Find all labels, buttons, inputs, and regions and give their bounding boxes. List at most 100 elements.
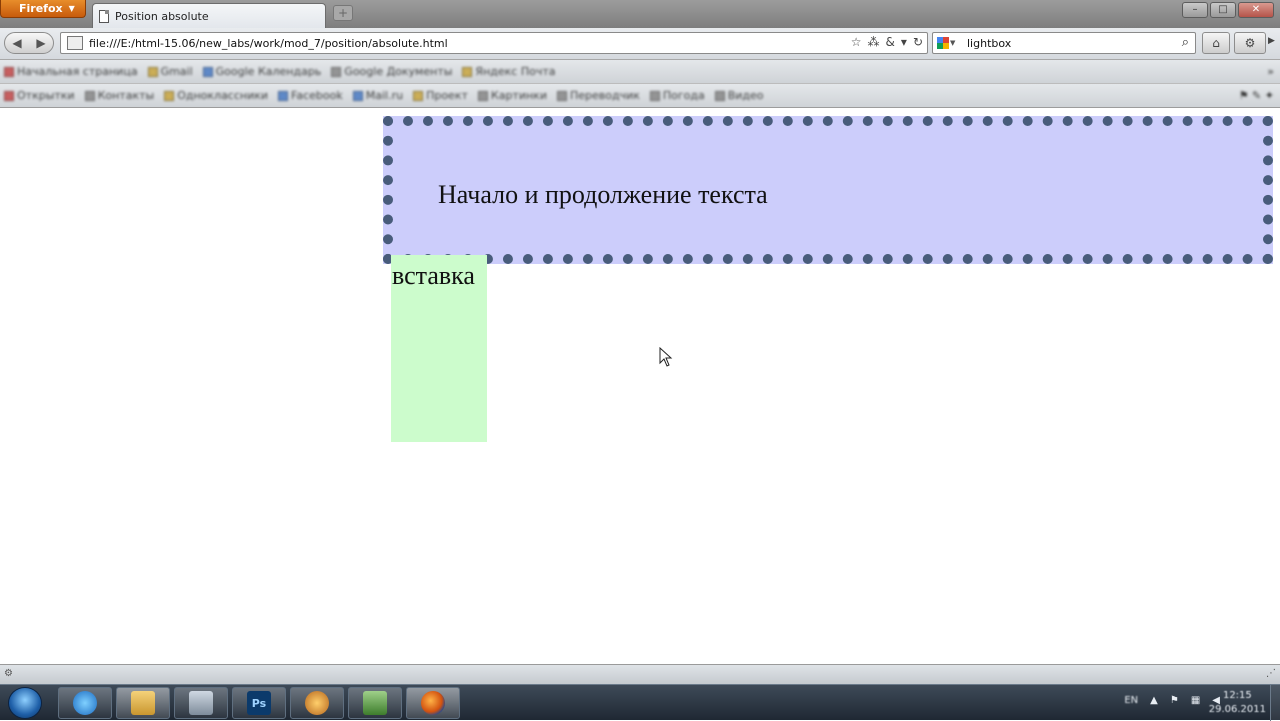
show-desktop-button[interactable]: [1270, 685, 1280, 721]
bookmark-item[interactable]: Погода: [649, 89, 705, 102]
taskbar-computer[interactable]: [174, 687, 228, 719]
taskbar-photoshop[interactable]: Ps: [232, 687, 286, 719]
bookmark-label: Яндекс Почта: [475, 65, 556, 78]
photoshop-icon: Ps: [247, 691, 271, 715]
share-icon[interactable]: &: [886, 35, 895, 49]
search-bar[interactable]: ▼ lightbox ⌕: [932, 32, 1196, 54]
bookmark-favicon-icon: [84, 90, 95, 101]
bookmark-item[interactable]: Facebook: [278, 89, 343, 102]
addon-bar-icon[interactable]: ⚙: [4, 668, 13, 679]
show-hidden-icons-icon[interactable]: ▲: [1150, 695, 1158, 706]
clock-date: 29.06.2011: [1208, 704, 1266, 715]
bookmark-item[interactable]: Начальная страница: [4, 65, 138, 78]
bookmark-favicon-icon: [649, 90, 660, 101]
mouse-pointer-icon: [659, 347, 673, 367]
search-query-text[interactable]: lightbox: [967, 37, 1011, 50]
taskbar-clock[interactable]: 12:15 29.06.2011: [1209, 689, 1266, 717]
close-window-button[interactable]: ✕: [1238, 2, 1274, 18]
search-magnifier-icon[interactable]: ⌕: [1182, 35, 1189, 50]
site-identity-icon[interactable]: [67, 36, 83, 50]
bookmarks-overflow-icon[interactable]: »: [1267, 65, 1274, 78]
action-center-flag-icon[interactable]: ⚑: [1170, 695, 1179, 706]
page-viewport: Начало и продолжение текста вставка: [0, 109, 1280, 664]
computer-icon: [189, 691, 213, 715]
bookmark-favicon-icon: [413, 90, 424, 101]
taskbar-firefox[interactable]: [406, 687, 460, 719]
bookmark-favicon-icon: [147, 66, 158, 77]
bookmark-item[interactable]: Google Документы: [331, 65, 452, 78]
app-icon: [305, 691, 329, 715]
network-icon[interactable]: ▦: [1191, 695, 1200, 706]
back-arrow-icon[interactable]: ◀: [12, 36, 21, 50]
toolbar-extension-icons[interactable]: ⚑ ✎ ✦: [1239, 89, 1274, 102]
forward-arrow-icon[interactable]: ▶: [36, 36, 45, 50]
browser-title-bar: Firefox ▼ Position absolute + – □ ✕: [0, 0, 1280, 28]
windows-taskbar: Ps EN ▲ ⚑ ▦ ◀ 12:15 29.06.2011: [0, 684, 1280, 721]
taskbar-app[interactable]: [290, 687, 344, 719]
google-icon: [937, 37, 949, 49]
chevron-down-icon[interactable]: ▾: [901, 35, 907, 49]
bookmark-favicon-icon: [202, 66, 213, 77]
reload-icon[interactable]: ↻: [913, 35, 923, 49]
bookmark-label: Начальная страница: [17, 65, 138, 78]
bookmark-item[interactable]: Gmail: [147, 65, 193, 78]
taskbar-internet-explorer[interactable]: [58, 687, 112, 719]
bookmark-favicon-icon: [278, 90, 289, 101]
bookmark-favicon-icon: [556, 90, 567, 101]
bookmark-favicon-icon: [331, 66, 342, 77]
bookmark-favicon-icon: [462, 66, 473, 77]
bookmark-label: Переводчик: [569, 89, 640, 102]
tab-position-absolute[interactable]: Position absolute: [92, 3, 326, 28]
insert-box-text: вставка: [392, 261, 475, 290]
bookmark-item[interactable]: Картинки: [477, 89, 547, 102]
page-icon: [99, 9, 109, 23]
bookmark-item[interactable]: Google Календарь: [202, 65, 322, 78]
tab-title: Position absolute: [115, 9, 209, 23]
chevron-down-icon: ▼: [950, 39, 956, 47]
translate-icon[interactable]: ⁂: [868, 35, 880, 49]
bookmark-item[interactable]: Открытки: [4, 89, 75, 102]
bookmark-favicon-icon: [477, 90, 488, 101]
bookmark-item[interactable]: Яндекс Почта: [462, 65, 555, 78]
addon-bar: ⚙ ⋰: [0, 664, 1280, 684]
bookmark-label: Видео: [727, 89, 764, 102]
bookmark-label: Проект: [426, 89, 468, 102]
bookmark-label: Google Календарь: [215, 65, 322, 78]
start-button[interactable]: [8, 687, 42, 719]
bookmark-favicon-icon: [4, 66, 14, 77]
taskbar-explorer[interactable]: [116, 687, 170, 719]
search-engine-selector[interactable]: ▼: [937, 35, 959, 51]
url-bar-tools: ☆ ⁂ & ▾ ↻: [851, 35, 923, 49]
url-text[interactable]: file:///E:/html-15.06/new_labs/work/mod_…: [89, 37, 448, 50]
bookmark-item[interactable]: Видео: [714, 89, 764, 102]
chevron-down-icon: ▼: [68, 4, 75, 13]
bookmarks-toolbar: Начальная страница Gmail Google Календар…: [0, 60, 1280, 84]
bookmark-favicon-icon: [714, 90, 725, 101]
internet-explorer-icon: [73, 691, 97, 715]
extensions-button[interactable]: ⚙: [1234, 32, 1266, 54]
bookmark-star-icon[interactable]: ☆: [851, 35, 862, 49]
taskbar-editor[interactable]: [348, 687, 402, 719]
toolbar-overflow-icon[interactable]: ▶: [1268, 36, 1275, 46]
bookmark-item[interactable]: Одноклассники: [164, 89, 268, 102]
window-controls: – □ ✕: [1182, 2, 1274, 18]
back-forward-buttons: ◀ ▶: [4, 32, 54, 54]
language-indicator[interactable]: EN: [1124, 695, 1138, 706]
bookmark-item[interactable]: Проект: [413, 89, 468, 102]
bookmark-favicon-icon: [164, 90, 175, 101]
minimize-button[interactable]: –: [1182, 2, 1208, 18]
maximize-button[interactable]: □: [1210, 2, 1236, 18]
bookmark-label: Погода: [662, 89, 705, 102]
bookmark-label: Картинки: [490, 89, 547, 102]
bookmark-item[interactable]: Переводчик: [556, 89, 640, 102]
url-bar[interactable]: file:///E:/html-15.06/new_labs/work/mod_…: [60, 32, 928, 54]
bookmark-item[interactable]: Контакты: [84, 89, 154, 102]
home-button[interactable]: ⌂: [1202, 32, 1230, 54]
bookmarks-toolbar-secondary: Открытки Контакты Одноклассники Facebook…: [0, 84, 1280, 108]
editor-icon: [363, 691, 387, 715]
new-tab-button[interactable]: +: [333, 5, 353, 21]
firefox-menu-button[interactable]: Firefox ▼: [0, 0, 86, 18]
bookmark-item[interactable]: Mail.ru: [352, 89, 403, 102]
system-tray: EN ▲ ⚑ ▦ ◀: [1124, 695, 1220, 706]
resize-grip-icon[interactable]: ⋰: [1266, 668, 1276, 679]
